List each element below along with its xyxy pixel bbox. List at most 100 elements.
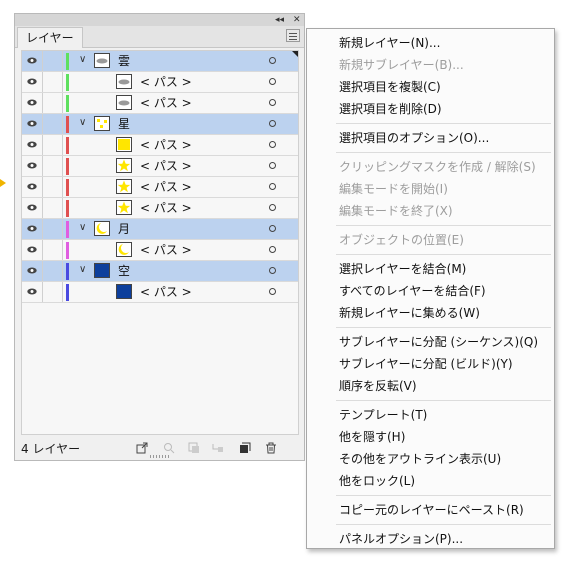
thumbnail-icon (116, 158, 132, 173)
menu-item: 編集モードを終了(X) (339, 204, 453, 218)
menu-separator (336, 123, 551, 124)
path-row[interactable]: < パス > (22, 240, 298, 261)
thumbnail-icon (116, 95, 132, 110)
menu-item[interactable]: 選択項目のオプション(O)... (339, 127, 489, 149)
expand-chevron-icon[interactable]: ∨ (79, 264, 86, 275)
target-circle-icon[interactable] (269, 183, 276, 190)
thumbnail-icon (94, 116, 110, 131)
visibility-eye-icon[interactable] (27, 99, 37, 106)
menu-item[interactable]: サブレイヤーに分配 (ビルド)(Y) (339, 353, 513, 375)
menu-separator (336, 495, 551, 496)
clipping-mask-icon (188, 442, 199, 453)
menu-item[interactable]: その他をアウトライン表示(U) (339, 448, 501, 470)
row-label: 月 (118, 222, 131, 236)
export-icon[interactable] (136, 442, 148, 454)
target-circle-icon[interactable] (269, 225, 276, 232)
menu-item[interactable]: パネルオプション(P)... (339, 528, 463, 550)
target-circle-icon[interactable] (269, 204, 276, 211)
row-label: < パス > (140, 75, 192, 89)
target-circle-icon[interactable] (269, 99, 276, 106)
menu-item[interactable]: サブレイヤーに分配 (シーケンス)(Q) (339, 331, 538, 353)
menu-separator (336, 254, 551, 255)
visibility-eye-icon[interactable] (27, 57, 37, 64)
thumbnail-icon (94, 263, 110, 278)
path-row[interactable]: < パス > (22, 156, 298, 177)
path-row[interactable]: < パス > (22, 198, 298, 219)
menu-item[interactable]: 選択項目を複製(C) (339, 76, 441, 98)
menu-item[interactable]: 他を隠す(H) (339, 426, 405, 448)
row-label: 空 (118, 264, 131, 278)
menu-item[interactable]: コピー元のレイヤーにペースト(R) (339, 499, 524, 521)
panel-context-menu: 新規レイヤー(N)... 新規サブレイヤー(B)... 選択項目を複製(C) 選択項目… (306, 28, 555, 549)
layers-list: ∨ 雲 < パス > < パス > ∨ 星 < パス > < パス > < パス > < パス >… (21, 50, 299, 435)
target-circle-icon[interactable] (269, 162, 276, 169)
layer-row[interactable]: ∨ 空 (22, 261, 298, 282)
new-layer-icon[interactable] (239, 442, 251, 454)
layers-panel: ◂◂ ✕ レイヤー ∨ 雲 < パス > < パス > ∨ 星 < パス > < パス > < … (14, 13, 305, 461)
thumbnail-icon (116, 242, 132, 257)
menu-item[interactable]: 選択レイヤーを結合(M) (339, 258, 466, 280)
path-row[interactable]: < パス > (22, 282, 298, 303)
thumbnail-icon (116, 137, 132, 152)
menu-item[interactable]: 他をロック(L) (339, 470, 415, 492)
resize-grip[interactable] (150, 455, 170, 458)
visibility-eye-icon[interactable] (27, 78, 37, 85)
visibility-eye-icon[interactable] (27, 141, 37, 148)
target-circle-icon[interactable] (269, 141, 276, 148)
row-label: < パス > (140, 159, 192, 173)
row-label: < パス > (140, 180, 192, 194)
menu-separator (336, 152, 551, 153)
visibility-eye-icon[interactable] (27, 183, 37, 190)
target-circle-icon[interactable] (269, 267, 276, 274)
layer-color-bar (66, 200, 69, 217)
row-label: 雲 (118, 54, 131, 68)
thumbnail-icon (116, 200, 132, 215)
arrow-marker-icon (0, 179, 6, 187)
menu-item[interactable]: 新規レイヤーに集める(W) (339, 302, 480, 324)
visibility-eye-icon[interactable] (27, 204, 37, 211)
menu-item: オブジェクトの位置(E) (339, 233, 464, 247)
expand-chevron-icon[interactable]: ∨ (79, 54, 86, 65)
menu-separator (336, 400, 551, 401)
tab-layers[interactable]: レイヤー (17, 27, 83, 48)
menu-item[interactable]: テンプレート(T) (339, 404, 427, 426)
menu-item[interactable]: 新規レイヤー(N)... (339, 32, 440, 54)
layer-row[interactable]: ∨ 雲 (22, 51, 298, 72)
layer-color-bar (66, 53, 69, 70)
visibility-eye-icon[interactable] (27, 288, 37, 295)
trash-icon[interactable] (265, 442, 277, 454)
expand-chevron-icon[interactable]: ∨ (79, 117, 86, 128)
layer-color-bar (66, 263, 69, 280)
collapse-icon[interactable]: ◂◂ (275, 14, 284, 26)
path-row[interactable]: < パス > (22, 93, 298, 114)
target-circle-icon[interactable] (269, 246, 276, 253)
layer-color-bar (66, 137, 69, 154)
target-circle-icon[interactable] (269, 57, 276, 64)
menu-separator (336, 524, 551, 525)
target-circle-icon[interactable] (269, 78, 276, 85)
menu-item[interactable]: 順序を反転(V) (339, 375, 417, 397)
row-label: < パス > (140, 243, 192, 257)
menu-separator (336, 225, 551, 226)
panel-tab-row: レイヤー (15, 26, 304, 48)
path-row[interactable]: < パス > (22, 72, 298, 93)
expand-chevron-icon[interactable]: ∨ (79, 222, 86, 233)
thumbnail-icon (116, 179, 132, 194)
path-row[interactable]: < パス > (22, 177, 298, 198)
layer-color-bar (66, 284, 69, 301)
layer-row[interactable]: ∨ 星 (22, 114, 298, 135)
layer-row[interactable]: ∨ 月 (22, 219, 298, 240)
close-icon[interactable]: ✕ (293, 14, 301, 26)
menu-item[interactable]: 選択項目を削除(D) (339, 98, 442, 120)
visibility-eye-icon[interactable] (27, 267, 37, 274)
visibility-eye-icon[interactable] (27, 120, 37, 127)
visibility-eye-icon[interactable] (27, 225, 37, 232)
target-circle-icon[interactable] (269, 120, 276, 127)
visibility-eye-icon[interactable] (27, 162, 37, 169)
visibility-eye-icon[interactable] (27, 246, 37, 253)
panel-menu-icon[interactable] (286, 29, 300, 42)
target-circle-icon[interactable] (269, 288, 276, 295)
menu-item: 新規サブレイヤー(B)... (339, 58, 464, 72)
menu-item[interactable]: すべてのレイヤーを結合(F) (339, 280, 486, 302)
path-row[interactable]: < パス > (22, 135, 298, 156)
